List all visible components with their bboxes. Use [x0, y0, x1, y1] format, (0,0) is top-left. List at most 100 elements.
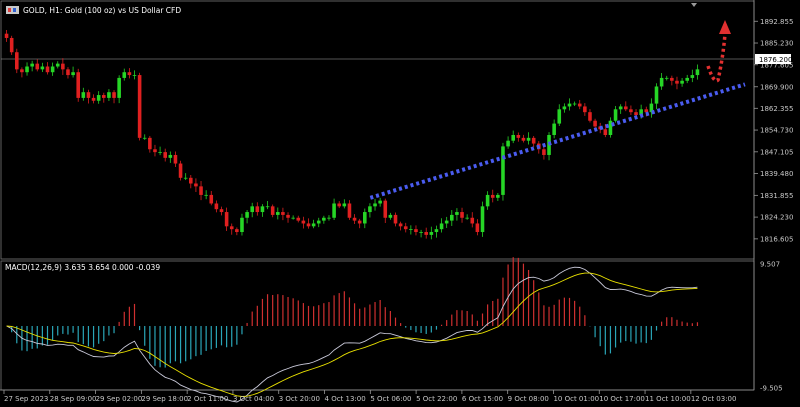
candle-body — [654, 86, 659, 104]
price-tick-label: 1869.900 — [760, 83, 793, 91]
chart-canvas[interactable]: GOLD, H1: Gold (100 oz) vs US Dollar CFD… — [0, 0, 800, 407]
candle-body — [455, 212, 459, 215]
candle-body — [357, 220, 362, 224]
candle-body — [137, 75, 142, 138]
candle-body — [15, 52, 19, 70]
candle-body — [55, 63, 60, 67]
candle-body — [373, 203, 377, 207]
candle-body — [61, 63, 65, 70]
candle-body — [35, 63, 40, 70]
candle-body — [9, 37, 14, 53]
candle-body — [388, 214, 393, 218]
candle-body — [127, 72, 132, 76]
candles-group — [4, 30, 700, 240]
chart-window-icon — [6, 6, 19, 14]
candle-body — [470, 217, 475, 224]
price-tick-label: 1839.480 — [760, 170, 793, 178]
candle-body — [659, 77, 664, 87]
candle-body — [644, 109, 649, 113]
candle-body — [163, 152, 167, 158]
candle-body — [588, 112, 592, 121]
candle-body — [214, 203, 219, 210]
price-tick-label: 1847.105 — [760, 148, 793, 156]
candle-body — [219, 209, 224, 213]
candle-body — [4, 33, 9, 38]
candle-body — [567, 103, 572, 107]
candle-body — [168, 154, 173, 158]
candle-body — [20, 69, 24, 73]
candle-body — [562, 106, 567, 110]
candle-body — [629, 109, 633, 113]
candle-body — [311, 223, 316, 227]
candle-body — [475, 223, 480, 233]
candle-body — [450, 214, 454, 221]
time-tick-label: 5 Oct 06:00 — [370, 395, 411, 403]
candle-body — [393, 214, 398, 224]
candle-body — [583, 106, 587, 113]
candle-body — [255, 206, 260, 213]
candle-body — [675, 80, 679, 84]
price-tick-label: 1862.355 — [760, 105, 793, 113]
candle-body — [460, 212, 464, 218]
candle-body — [245, 212, 249, 218]
candle-body — [516, 134, 521, 138]
overlays-group — [369, 20, 746, 200]
candle-body — [378, 200, 382, 204]
candle-body — [148, 137, 152, 150]
candle-body — [685, 77, 689, 81]
time-tick-label: 10 Oct 17:00 — [599, 395, 645, 403]
candle-body — [409, 229, 413, 230]
time-tick-label: 6 Oct 15:00 — [462, 395, 503, 403]
candle-body — [270, 206, 275, 215]
candle-body — [347, 203, 352, 218]
arrow-up-icon — [706, 33, 727, 83]
candle-body — [265, 206, 270, 208]
candle-body — [634, 112, 638, 116]
time-axis[interactable]: 27 Sep 2023 28 Sep 09:00 29 Sep 02:00 29 Se… — [3, 390, 736, 403]
candle-body — [316, 220, 321, 224]
candle-body — [296, 217, 301, 221]
chart-window-icon-bar — [8, 8, 11, 12]
candle-body — [71, 72, 75, 76]
price-tick-label: 1892.855 — [760, 18, 793, 26]
time-tick-label: 3 Oct 20:00 — [279, 395, 320, 403]
candle-body — [552, 123, 556, 135]
candle-body — [690, 75, 695, 78]
candle-body — [542, 149, 546, 155]
candle-body — [618, 106, 623, 110]
candle-body — [490, 194, 495, 198]
candle-body — [424, 232, 428, 235]
price-axis[interactable]: 1892.8551885.2301877.6051869.9001862.355… — [754, 18, 793, 393]
candle-body — [439, 223, 444, 230]
candle-body — [526, 137, 531, 141]
time-tick-label: 2 Oct 11:00 — [187, 395, 228, 403]
candle-body — [112, 92, 116, 98]
candle-body — [199, 186, 203, 195]
time-tick-label: 11 Oct 10:00 — [645, 395, 691, 403]
candle-body — [501, 146, 505, 195]
candle-body — [194, 183, 198, 187]
candle-body — [511, 134, 515, 141]
candle-body — [332, 203, 336, 218]
chart-header: GOLD, H1: Gold (100 oz) vs US Dollar CFD — [6, 6, 181, 15]
chart-shift-marker[interactable] — [691, 3, 697, 7]
candle-body — [286, 214, 290, 218]
candle-body — [107, 92, 111, 98]
candle-body — [480, 206, 485, 233]
time-tick-label: 3 Oct 04:00 — [233, 395, 274, 403]
candle-body — [352, 217, 357, 221]
candle-body — [306, 223, 311, 227]
candle-body — [695, 69, 700, 76]
candle-body — [235, 229, 239, 233]
price-tick-label: 1854.730 — [760, 127, 793, 135]
price-tick-label: 1816.605 — [760, 235, 793, 243]
time-tick-label: 9 Oct 08:00 — [508, 395, 549, 403]
candle-body — [414, 229, 418, 233]
candle-body — [153, 149, 157, 153]
trendline[interactable] — [369, 82, 746, 200]
candle-body — [521, 137, 526, 141]
candle-body — [102, 95, 106, 98]
candle-body — [178, 163, 183, 178]
candle-body — [337, 203, 341, 207]
current-price-label: 1876.200 — [759, 56, 792, 64]
